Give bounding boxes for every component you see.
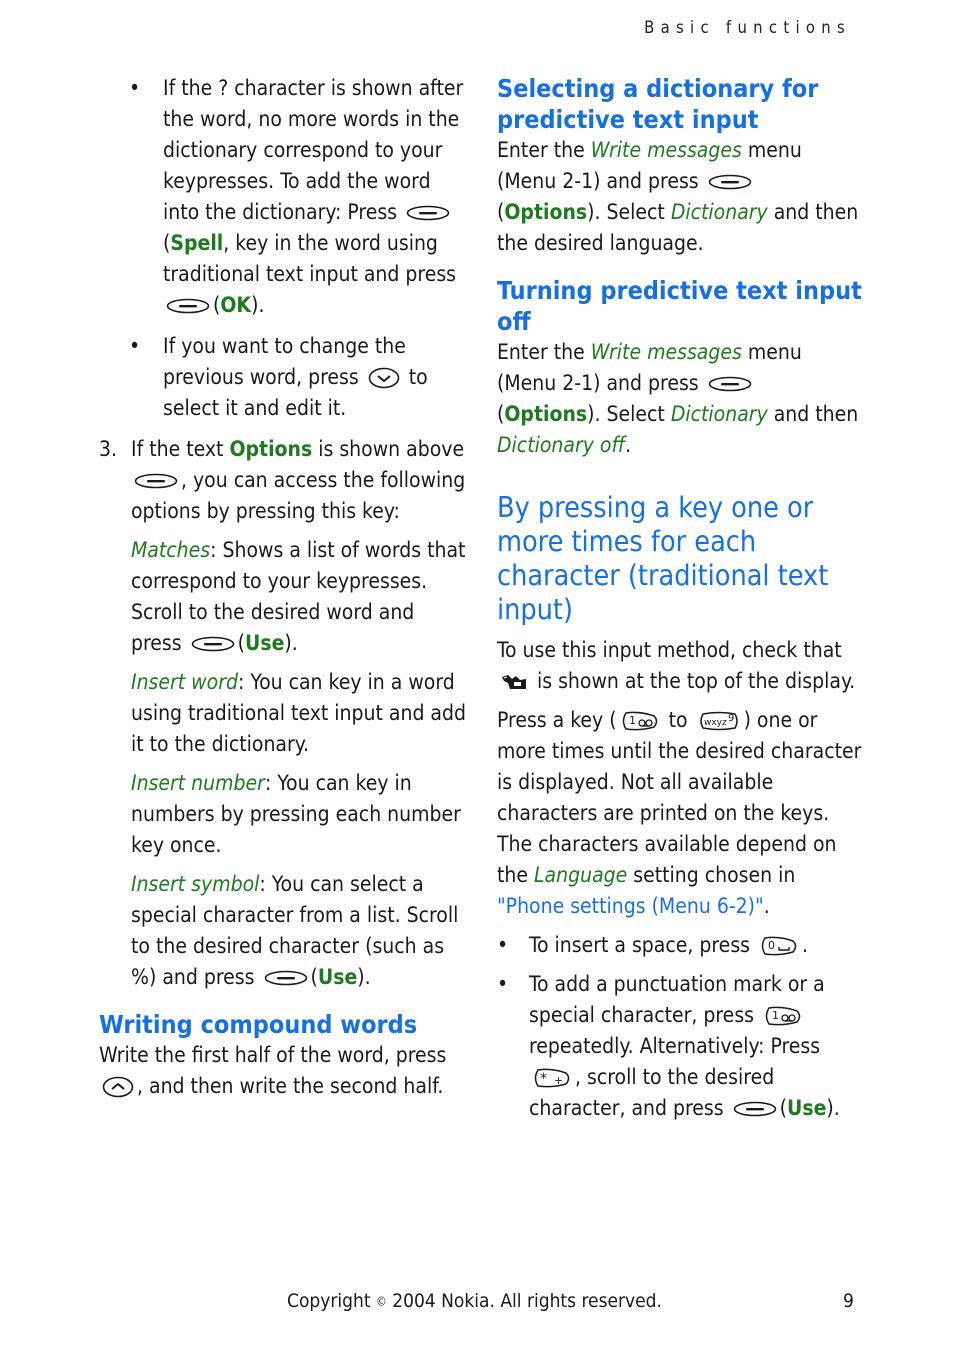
key-1-icon: 1 — [763, 1005, 803, 1027]
heading-turning-predictive-off: Turning predictive text input off — [497, 276, 862, 336]
copyright-symbol: © — [375, 1294, 387, 1309]
selection-key-icon — [406, 205, 450, 221]
selection-key-icon — [264, 970, 308, 986]
selection-key-icon — [733, 1101, 777, 1117]
left-column: If the ? character is shown after the wo… — [99, 73, 469, 1102]
key-star-icon: * + — [532, 1067, 572, 1089]
option-insert-symbol: Insert symbol: You can select a special … — [131, 872, 459, 989]
ok-softkey-label: OK — [220, 293, 252, 317]
svg-text:wxyz: wxyz — [704, 718, 727, 728]
svg-text:9: 9 — [728, 713, 734, 724]
option-insert-word: Insert word: You can key in a word using… — [131, 670, 467, 756]
traditional-check-text: To use this input method, check that is … — [497, 638, 856, 693]
svg-text:0: 0 — [768, 939, 775, 952]
option-insert-number: Insert number: You can key in numbers by… — [131, 771, 461, 857]
right-column: Selecting a dictionary for predictive te… — [497, 73, 867, 1124]
phone-settings-link[interactable]: "Phone settings (Menu 6-2)" — [497, 894, 764, 918]
turning-off-text: Enter the Write messages menu (Menu 2-1)… — [497, 340, 859, 457]
selecting-dictionary-text: Enter the Write messages menu (Menu 2-1)… — [497, 138, 859, 255]
spell-softkey-label: Spell — [170, 231, 224, 255]
scroll-up-key-icon — [102, 1076, 134, 1098]
footer-copyright: Copyright © 2004 Nokia. All rights reser… — [287, 1290, 662, 1312]
compound-words-text: Write the first half of the word, press … — [99, 1043, 447, 1098]
bullet-punctuation: To add a punctuation mark or a special c… — [497, 969, 867, 1124]
key-0-icon: 0 — [759, 935, 799, 957]
heading-selecting-dictionary: Selecting a dictionary for predictive te… — [497, 74, 819, 134]
bullet-spell: If the ? character is shown after the wo… — [99, 73, 469, 321]
svg-text:+: + — [554, 1074, 563, 1087]
running-head: Basic functions — [644, 18, 851, 37]
page-number: 9 — [843, 1290, 854, 1312]
manual-page: Basic functions If the ? character is sh… — [0, 0, 954, 1353]
selection-key-icon — [134, 473, 178, 489]
key-1-icon: 1 — [620, 710, 660, 732]
svg-text:1: 1 — [629, 714, 636, 727]
selection-key-icon — [166, 298, 210, 314]
scroll-down-key-icon — [368, 367, 400, 389]
bullet-change-word: If you want to change the previous word,… — [99, 331, 469, 424]
selection-key-icon — [191, 636, 235, 652]
selection-key-icon — [708, 174, 752, 190]
svg-text:*: * — [540, 1071, 547, 1087]
traditional-text-mode-indicator-icon — [500, 673, 528, 691]
svg-text:1: 1 — [772, 1009, 779, 1022]
key-9-icon: wxyz 9 — [697, 710, 741, 732]
traditional-press-text: Press a key (1 to wxyz 9) one or more tim… — [497, 708, 862, 918]
selection-key-icon — [708, 376, 752, 392]
heading-writing-compound-words: Writing compound words — [99, 1010, 418, 1039]
bullet-insert-space: To insert a space, press 0. — [497, 930, 867, 961]
option-matches: Matches: Shows a list of words that corr… — [131, 538, 466, 655]
heading-traditional-text-input: By pressing a key one or more times for … — [497, 491, 829, 626]
step-3: 3. If the text Options is shown above , y… — [99, 437, 466, 523]
options-softkey-label: Options — [229, 437, 313, 461]
